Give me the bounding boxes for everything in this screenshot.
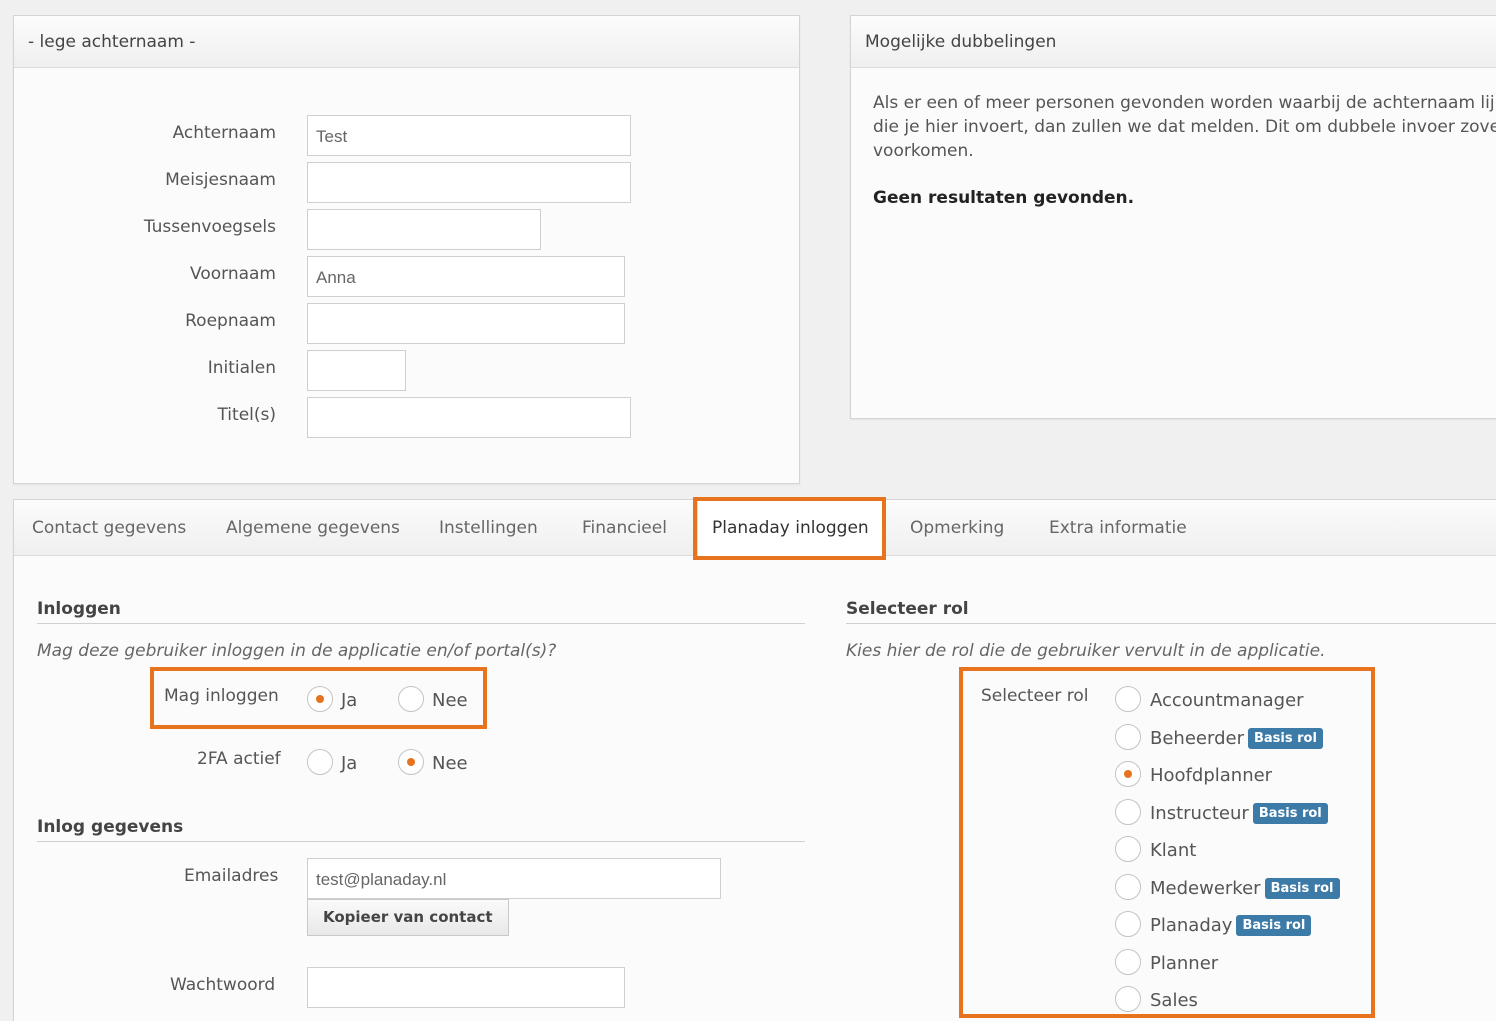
role-medewerker-label: Medewerker Basis rol bbox=[1150, 878, 1340, 899]
password-label: Wachtwoord bbox=[170, 975, 276, 995]
field-voornaam: Voornaam Anna bbox=[14, 256, 799, 297]
achternaam-input[interactable]: Test bbox=[307, 115, 631, 156]
initialen-label: Initialen bbox=[207, 358, 276, 378]
basis-rol-badge: Basis rol bbox=[1252, 803, 1328, 824]
basis-rol-badge: Basis rol bbox=[1236, 915, 1312, 936]
twofa-ja-label: Ja bbox=[341, 753, 358, 774]
twofa-nee-label: Nee bbox=[432, 753, 468, 774]
duplicates-panel: Mogelijke dubbelingen Als er een of meer… bbox=[850, 15, 1496, 419]
voornaam-label: Voornaam bbox=[190, 264, 276, 284]
twofa-ja-radio[interactable] bbox=[307, 749, 333, 775]
role-accountmanager-label: Accountmanager bbox=[1150, 690, 1304, 711]
may-login-label: Mag inloggen bbox=[164, 686, 279, 706]
titels-label: Titel(s) bbox=[217, 405, 276, 425]
role-planner-radio[interactable] bbox=[1115, 949, 1141, 975]
meisjesnaam-input[interactable] bbox=[307, 162, 631, 203]
role-hoofdplanner-label: Hoofdplanner bbox=[1150, 765, 1273, 786]
tabs-panel: Contact gegevens Algemene gegevens Inste… bbox=[13, 499, 1496, 1021]
role-klant-radio[interactable] bbox=[1115, 836, 1141, 862]
roepnaam-input[interactable] bbox=[307, 303, 625, 344]
copy-from-contact-button[interactable]: Kopieer van contact bbox=[307, 899, 509, 936]
tab-algemene-gegevens[interactable]: Algemene gegevens bbox=[226, 500, 400, 556]
login-section-divider bbox=[37, 623, 805, 624]
role-accountmanager-radio[interactable] bbox=[1115, 686, 1141, 712]
achternaam-label: Achternaam bbox=[172, 123, 276, 143]
may-login-ja-radio[interactable] bbox=[307, 686, 333, 712]
tab-instellingen[interactable]: Instellingen bbox=[439, 500, 538, 556]
credentials-section-divider bbox=[37, 841, 805, 842]
role-hoofdplanner-radio[interactable] bbox=[1115, 761, 1141, 787]
titels-input[interactable] bbox=[307, 397, 631, 438]
twofa-label: 2FA actief bbox=[197, 749, 281, 769]
tab-bar: Contact gegevens Algemene gegevens Inste… bbox=[14, 500, 1496, 557]
role-field-label: Selecteer rol bbox=[981, 686, 1089, 706]
may-login-nee-label: Nee bbox=[432, 690, 468, 711]
tussenvoegsels-label: Tussenvoegsels bbox=[143, 217, 276, 237]
duplicates-description: Als er een of meer personen gevonden wor… bbox=[873, 93, 1496, 161]
login-section-title: Inloggen bbox=[37, 599, 121, 619]
role-sales-radio[interactable] bbox=[1115, 986, 1141, 1012]
email-label: Emailadres bbox=[184, 866, 279, 886]
duplicates-panel-title: Mogelijke dubbelingen bbox=[851, 16, 1496, 68]
role-section-divider bbox=[846, 623, 1496, 624]
tab-contact-gegevens[interactable]: Contact gegevens bbox=[32, 500, 186, 556]
role-beheerder-label: Beheerder Basis rol bbox=[1150, 728, 1323, 749]
field-initialen: Initialen bbox=[14, 350, 799, 391]
initialen-input[interactable] bbox=[307, 350, 406, 391]
duplicates-result: Geen resultaten gevonden. bbox=[873, 188, 1135, 208]
role-klant-label: Klant bbox=[1150, 840, 1197, 861]
roepnaam-label: Roepnaam bbox=[185, 311, 276, 331]
role-section-title: Selecteer rol bbox=[846, 599, 969, 619]
meisjesnaam-label: Meisjesnaam bbox=[165, 170, 276, 190]
login-section-description: Mag deze gebruiker inloggen in de applic… bbox=[37, 641, 557, 661]
role-sales-label: Sales bbox=[1150, 990, 1198, 1011]
tussenvoegsels-input[interactable] bbox=[307, 209, 541, 250]
role-section-description: Kies hier de rol die de gebruiker vervul… bbox=[846, 641, 1326, 661]
name-panel-title: - lege achternaam - bbox=[14, 16, 799, 68]
tab-opmerking[interactable]: Opmerking bbox=[910, 500, 1004, 556]
credentials-section-title: Inlog gegevens bbox=[37, 817, 184, 837]
password-input[interactable] bbox=[307, 967, 625, 1008]
role-instructeur-radio[interactable] bbox=[1115, 799, 1141, 825]
voornaam-input[interactable]: Anna bbox=[307, 256, 625, 297]
role-planaday-label: Planaday Basis rol bbox=[1150, 915, 1312, 936]
field-titels: Titel(s) bbox=[14, 397, 799, 438]
tab-extra-informatie[interactable]: Extra informatie bbox=[1049, 500, 1187, 556]
field-meisjesnaam: Meisjesnaam bbox=[14, 162, 799, 203]
role-instructeur-label: Instructeur Basis rol bbox=[1150, 803, 1328, 824]
basis-rol-badge: Basis rol bbox=[1264, 878, 1340, 899]
role-planaday-radio[interactable] bbox=[1115, 911, 1141, 937]
field-roepnaam: Roepnaam bbox=[14, 303, 799, 344]
name-panel: - lege achternaam - Achternaam Test Meis… bbox=[13, 15, 800, 484]
role-beheerder-radio[interactable] bbox=[1115, 724, 1141, 750]
basis-rol-badge: Basis rol bbox=[1247, 728, 1323, 749]
email-input[interactable]: test@planaday.nl bbox=[307, 858, 721, 899]
twofa-nee-radio[interactable] bbox=[398, 749, 424, 775]
role-medewerker-radio[interactable] bbox=[1115, 874, 1141, 900]
may-login-nee-radio[interactable] bbox=[398, 686, 424, 712]
role-planner-label: Planner bbox=[1150, 953, 1219, 974]
field-achternaam: Achternaam Test bbox=[14, 115, 799, 156]
tab-financieel[interactable]: Financieel bbox=[582, 500, 667, 556]
may-login-ja-label: Ja bbox=[341, 690, 358, 711]
tab-planaday-inloggen[interactable]: Planaday inloggen bbox=[697, 500, 884, 557]
field-tussenvoegsels: Tussenvoegsels bbox=[14, 209, 799, 250]
